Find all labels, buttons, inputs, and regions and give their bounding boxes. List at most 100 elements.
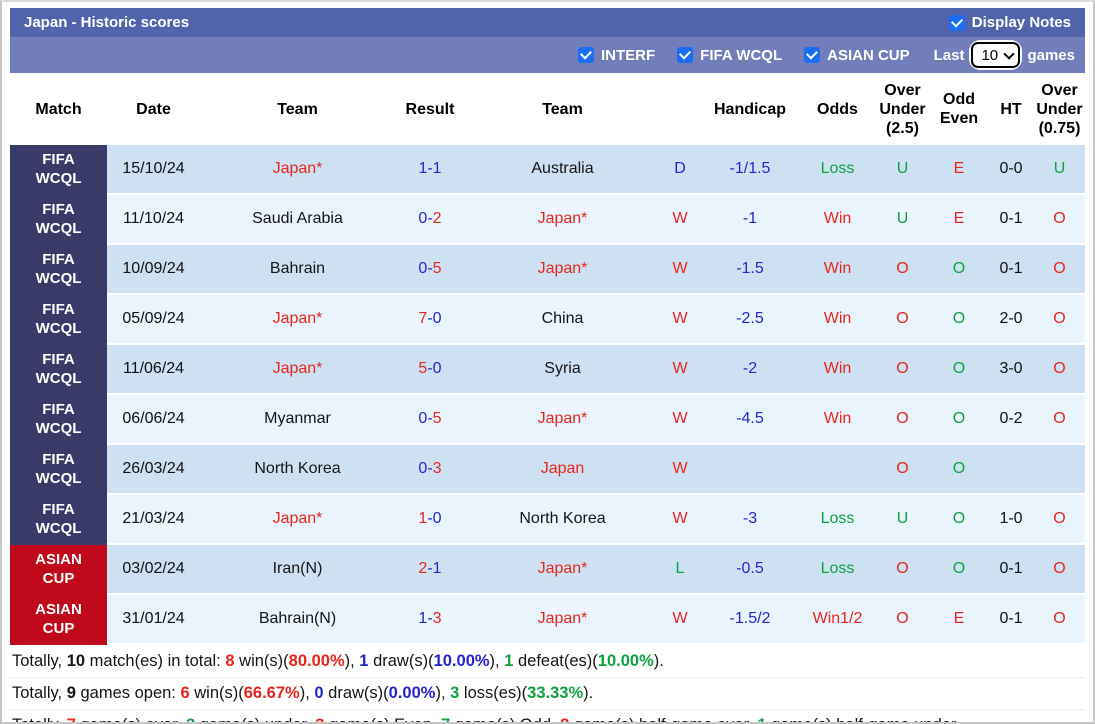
text-segment: O: [952, 310, 966, 327]
text-segment: D: [674, 160, 686, 177]
home-team-cell: Iran(N): [200, 544, 395, 595]
match-row: FIFA WCQL 06/06/24 Myanmar 0-5 Japan* W -4.5 Wi…: [10, 394, 1085, 445]
col-handicap: Handicap: [700, 73, 800, 145]
match-row: ASIAN CUP 31/01/24 Bahrain(N) 1-3 Japan* W -1.…: [10, 594, 1085, 645]
result-letter-cell: L: [660, 544, 700, 595]
text-segment: O: [952, 260, 966, 277]
handicap-cell: -3: [700, 494, 800, 545]
col-odd-even: Odd Even: [930, 73, 988, 145]
score-cell: 1-0: [395, 494, 465, 545]
over-under-075-cell: O: [1034, 394, 1085, 445]
result-letter-cell: W: [660, 494, 700, 545]
over-under-075-cell: O: [1034, 294, 1085, 345]
over-under-075-cell: U: [1034, 145, 1085, 195]
text-segment: Japan: [540, 460, 585, 477]
odd-even-cell: O: [930, 494, 988, 545]
home-team-cell: Saudi Arabia: [200, 194, 395, 245]
over-under-075-cell: O: [1034, 344, 1085, 395]
over-under-25-cell: O: [875, 244, 930, 295]
text-segment: L: [675, 560, 685, 577]
text-segment: Loss: [820, 160, 855, 177]
text-segment: O: [952, 510, 966, 527]
display-notes-group: Display Notes: [948, 14, 1071, 31]
half-time-score-cell: 0-1: [988, 544, 1034, 595]
text-segment: U: [896, 510, 909, 527]
text-segment: Japan*: [537, 260, 588, 277]
display-notes-checkbox[interactable]: [948, 14, 965, 31]
competition-cell: FIFA WCQL: [10, 145, 107, 195]
text-segment: 0: [314, 684, 324, 702]
header-row: Match Date Team Result Team Handicap Odd…: [10, 73, 1085, 145]
text-segment: draw(s)(: [323, 684, 389, 702]
text-segment: game(s) Even,: [324, 716, 440, 722]
text-segment: 1: [418, 510, 428, 527]
last-label: Last: [933, 46, 965, 64]
text-segment: E: [953, 610, 965, 627]
text-segment: O: [952, 560, 966, 577]
over-under-25-cell: U: [875, 194, 930, 245]
text-segment: 0-: [418, 410, 433, 427]
away-team-cell: Japan*: [465, 244, 660, 295]
competition-cell: ASIAN CUP: [10, 544, 107, 595]
handicap-cell: -2: [700, 344, 800, 395]
handicap-cell: -0.5: [700, 544, 800, 595]
totals-section: Totally, 10 match(es) in total: 8 win(s)…: [10, 645, 1085, 722]
odd-even-cell: O: [930, 244, 988, 295]
text-segment: W: [672, 360, 688, 377]
col-odds: Odds: [800, 73, 875, 145]
over-under-25-cell: O: [875, 294, 930, 345]
competition-cell: FIFA WCQL: [10, 244, 107, 295]
score-cell: 1-3: [395, 594, 465, 645]
text-segment: Win1/2: [812, 610, 863, 627]
text-segment: O: [952, 410, 966, 427]
text-segment: 80.00%: [288, 652, 345, 670]
asian-cup-checkbox[interactable]: [804, 47, 821, 63]
text-segment: -0: [427, 510, 442, 527]
text-segment: Japan*: [537, 610, 588, 627]
text-segment: 7: [441, 716, 450, 722]
odds-cell: Win: [800, 344, 875, 395]
away-team-cell: North Korea: [465, 494, 660, 545]
col-over-under-075: Over Under (0.75): [1034, 73, 1085, 145]
over-under-075-cell: O: [1034, 544, 1085, 595]
home-team-cell: Japan*: [200, 294, 395, 345]
col-result: Result: [395, 73, 465, 145]
half-time-score-cell: 3-0: [988, 344, 1034, 395]
fifa-wcql-checkbox[interactable]: [677, 47, 694, 63]
filter-asian-cup: ASIAN CUP: [804, 47, 910, 64]
odds-cell: Win: [800, 244, 875, 295]
odds-cell: Win: [800, 394, 875, 445]
odds-cell: Win1/2: [800, 594, 875, 645]
odd-even-cell: O: [930, 544, 988, 595]
date-cell: 15/10/24: [107, 145, 200, 195]
odds-cell: [800, 444, 875, 495]
over-under-25-cell: O: [875, 594, 930, 645]
text-segment: O: [1053, 560, 1066, 577]
text-segment: game(s) over,: [76, 716, 186, 722]
text-segment: Myanmar: [264, 410, 331, 427]
text-segment: W: [672, 610, 688, 627]
text-segment: loss(es)(: [459, 684, 528, 702]
text-segment: Win: [823, 210, 852, 227]
away-team-cell: Japan*: [465, 594, 660, 645]
text-segment: ).: [653, 652, 664, 670]
match-row: FIFA WCQL 11/10/24 Saudi Arabia 0-2 Japan* W -…: [10, 194, 1085, 245]
text-segment: Win: [823, 410, 852, 427]
away-team-cell: Japan*: [465, 544, 660, 595]
over-under-25-cell: U: [875, 494, 930, 545]
interf-checkbox[interactable]: [578, 47, 594, 63]
score-cell: 1-1: [395, 145, 465, 195]
away-team-cell: China: [465, 294, 660, 345]
result-letter-cell: W: [660, 244, 700, 295]
text-segment: Japan*: [537, 210, 588, 227]
text-segment: Win: [823, 360, 852, 377]
home-team-cell: Japan*: [200, 145, 395, 195]
table-body: FIFA WCQL 15/10/24 Japan* 1-1 Australia D -1/1…: [10, 145, 1085, 645]
text-segment: 3: [432, 610, 442, 627]
home-team-cell: Japan*: [200, 344, 395, 395]
text-segment: U: [896, 210, 909, 227]
text-segment: Iran(N): [272, 560, 323, 577]
last-games-select[interactable]: 10: [971, 42, 1021, 68]
text-segment: Australia: [531, 160, 594, 177]
text-segment: W: [672, 410, 688, 427]
